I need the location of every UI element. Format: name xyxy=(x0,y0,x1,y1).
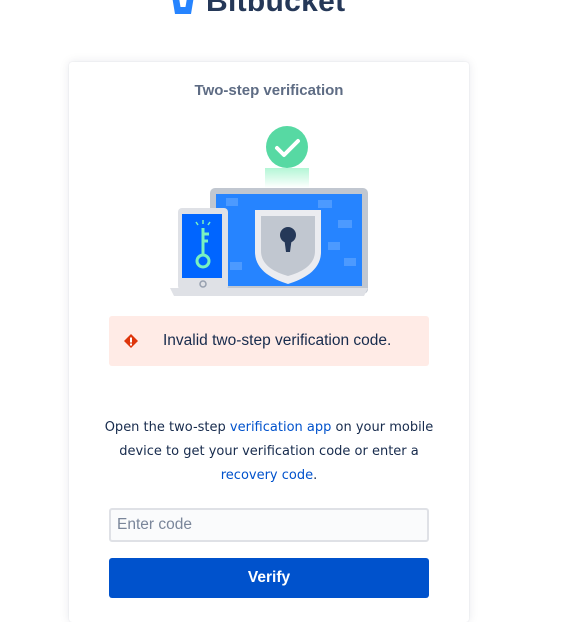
verification-app-link[interactable]: verification app xyxy=(230,420,331,435)
verification-card: Two-step verification Invalid two-step v… xyxy=(69,62,469,622)
warning-diamond-icon xyxy=(124,334,138,348)
bitbucket-logo: Bitbucket xyxy=(170,0,345,18)
instructions-text-start: Open the two-step xyxy=(104,420,230,435)
page-title: Two-step verification xyxy=(194,82,344,99)
recovery-code-link[interactable]: recovery code xyxy=(221,468,313,483)
error-message: Invalid two-step verification code. xyxy=(163,332,392,349)
bitbucket-logo-icon xyxy=(172,0,194,14)
brand-name: Bitbucket xyxy=(206,0,346,18)
instructions-text: Open the two-step verification app on yo… xyxy=(103,416,435,488)
verify-button[interactable]: Verify xyxy=(109,558,429,598)
instructions-text-end: . xyxy=(313,468,318,483)
laptop-phone-key-lock-checkmark-icon xyxy=(170,126,368,296)
code-input[interactable] xyxy=(109,508,429,542)
error-message-box: Invalid two-step verification code. xyxy=(109,316,429,366)
